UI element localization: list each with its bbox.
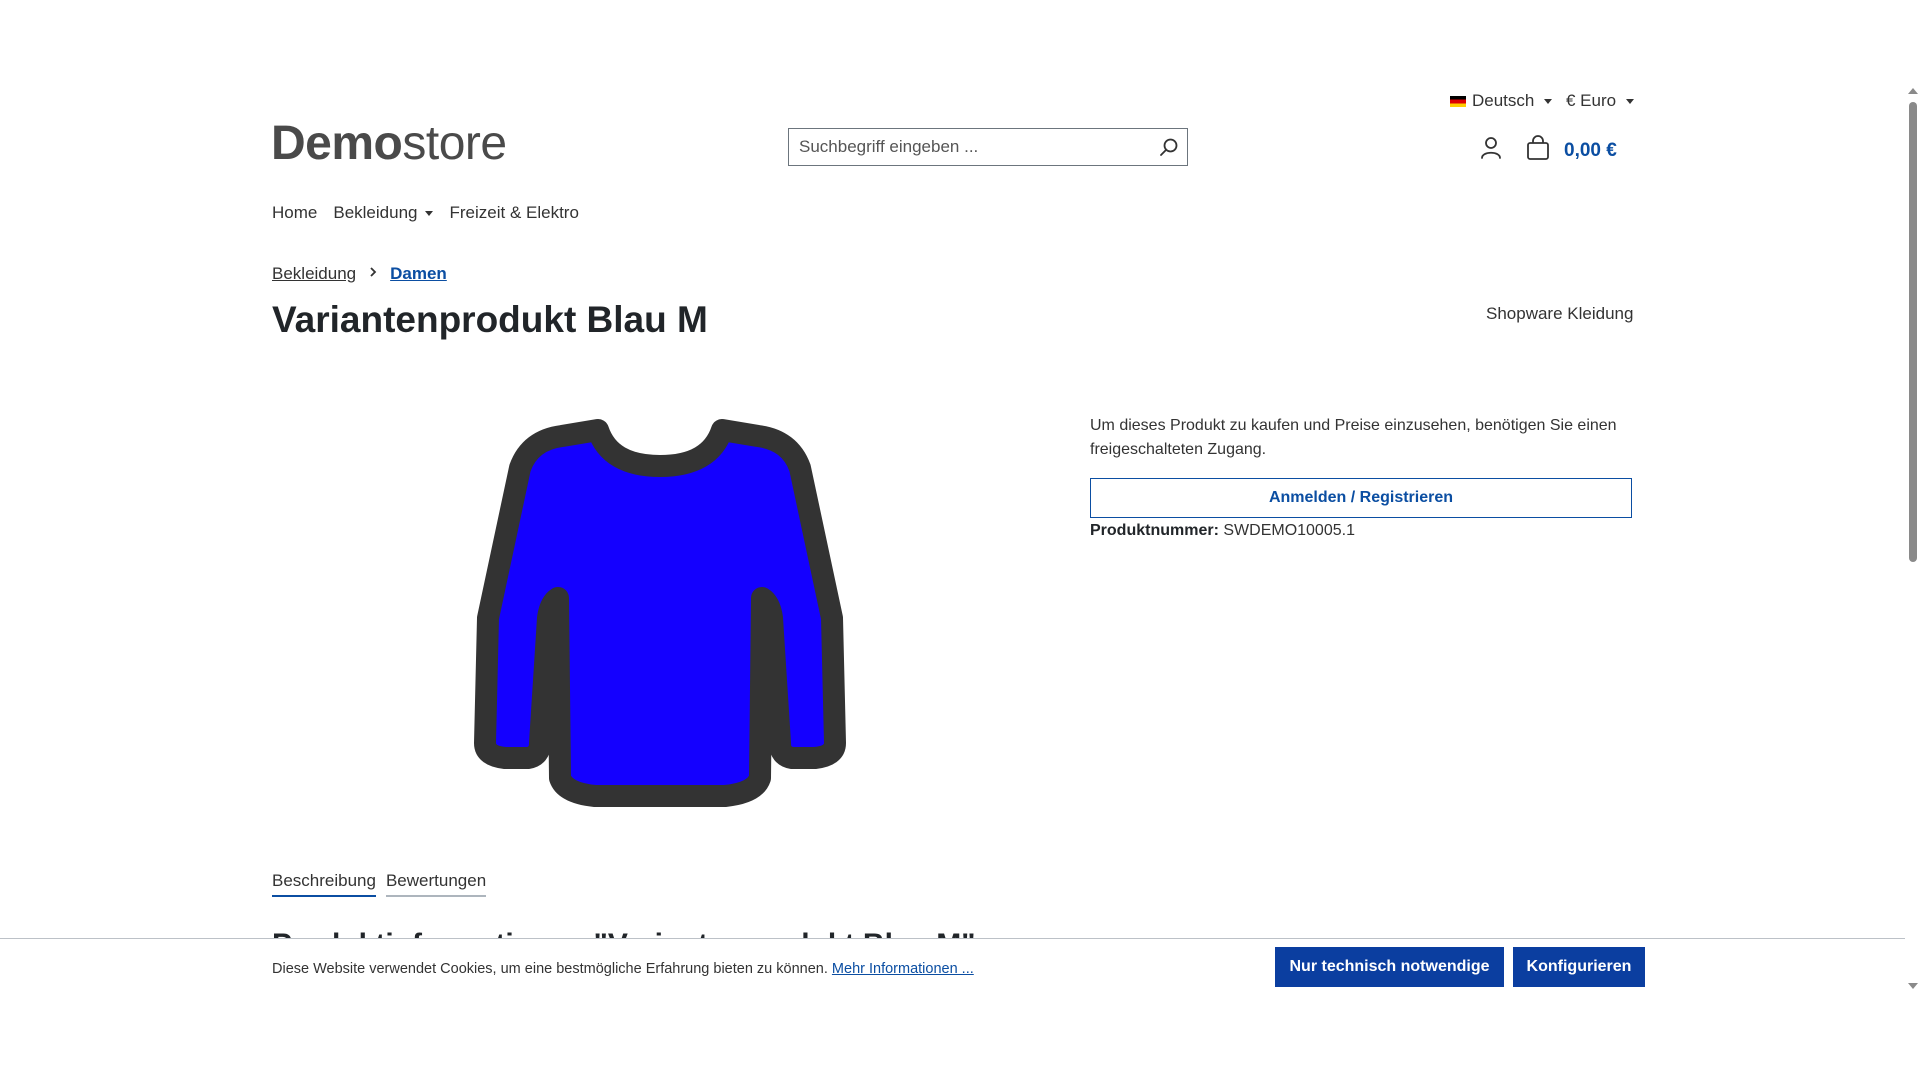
product-number: Produktnummer: SWDEMO10005.1: [1090, 522, 1355, 540]
product-title: Variantenprodukt Blau M: [272, 299, 708, 340]
tab-bewertungen[interactable]: Bewertungen: [385, 871, 487, 897]
language-label: Deutsch: [1472, 91, 1535, 110]
product-tabs: Beschreibung Bewertungen: [272, 871, 487, 897]
login-register-button[interactable]: Anmelden / Registrieren: [1090, 478, 1632, 518]
account-icon[interactable]: [1480, 136, 1502, 165]
buy-notice: Um dieses Produkt zu kaufen und Preise e…: [1090, 417, 1617, 458]
tab-beschreibung[interactable]: Beschreibung: [272, 871, 376, 897]
cookie-configure-button[interactable]: Konfigurieren: [1513, 947, 1645, 987]
scrollbar-thumb[interactable]: [1909, 102, 1917, 562]
cookie-more-info-link[interactable]: Mehr Informationen ...: [832, 961, 974, 977]
nav-label: Bekleidung: [333, 203, 418, 222]
manufacturer-link[interactable]: Shopware Kleidung: [1486, 304, 1633, 324]
german-flag-icon: [1450, 95, 1466, 107]
chevron-down-icon: [1544, 98, 1553, 104]
language-switcher[interactable]: Deutsch: [1450, 91, 1553, 111]
nav-item-bekleidung[interactable]: Bekleidung: [333, 203, 434, 223]
breadcrumb-item-bekleidung[interactable]: Bekleidung: [272, 264, 356, 284]
scroll-up-icon[interactable]: [1908, 88, 1918, 94]
scroll-down-icon[interactable]: [1908, 983, 1918, 989]
product-number-value: SWDEMO10005.1: [1223, 522, 1355, 539]
cart-icon: [1526, 135, 1550, 166]
cart-total: 0,00 €: [1564, 139, 1617, 161]
product-number-label: Produktnummer:: [1090, 522, 1219, 539]
cookie-necessary-button[interactable]: Nur technisch notwendige: [1275, 947, 1504, 987]
logo-bold: Demo: [271, 117, 403, 170]
nav-label: Freizeit & Elektro: [449, 203, 579, 222]
cookie-text: Diese Website verwendet Cookies, um eine…: [272, 961, 828, 977]
chevron-down-icon: [425, 210, 434, 216]
logo-light: store: [402, 117, 507, 170]
cookie-message: Diese Website verwendet Cookies, um eine…: [272, 961, 974, 977]
search-box: [788, 128, 1188, 166]
shirt-shape: [474, 419, 846, 807]
chevron-right-icon: [368, 265, 378, 283]
nav-item-freizeit-elektro[interactable]: Freizeit & Elektro: [449, 203, 578, 223]
search-icon[interactable]: [1151, 129, 1187, 165]
breadcrumb-item-damen[interactable]: Damen: [390, 264, 447, 284]
product-image[interactable]: [470, 418, 850, 813]
cookie-bar: Diese Website verwendet Cookies, um eine…: [0, 938, 1905, 1081]
chevron-down-icon: [1626, 98, 1635, 104]
currency-label: € Euro: [1566, 91, 1617, 110]
store-logo[interactable]: Demostore: [271, 116, 507, 171]
nav-item-home[interactable]: Home: [272, 203, 317, 223]
cart-button[interactable]: 0,00 €: [1526, 135, 1617, 166]
search-input[interactable]: [789, 129, 1151, 165]
nav-label: Home: [272, 203, 318, 222]
main-navigation: Home Bekleidung Freizeit & Elektro: [272, 203, 579, 223]
breadcrumb: Bekleidung Damen: [272, 264, 447, 284]
currency-switcher[interactable]: € Euro: [1566, 91, 1635, 111]
